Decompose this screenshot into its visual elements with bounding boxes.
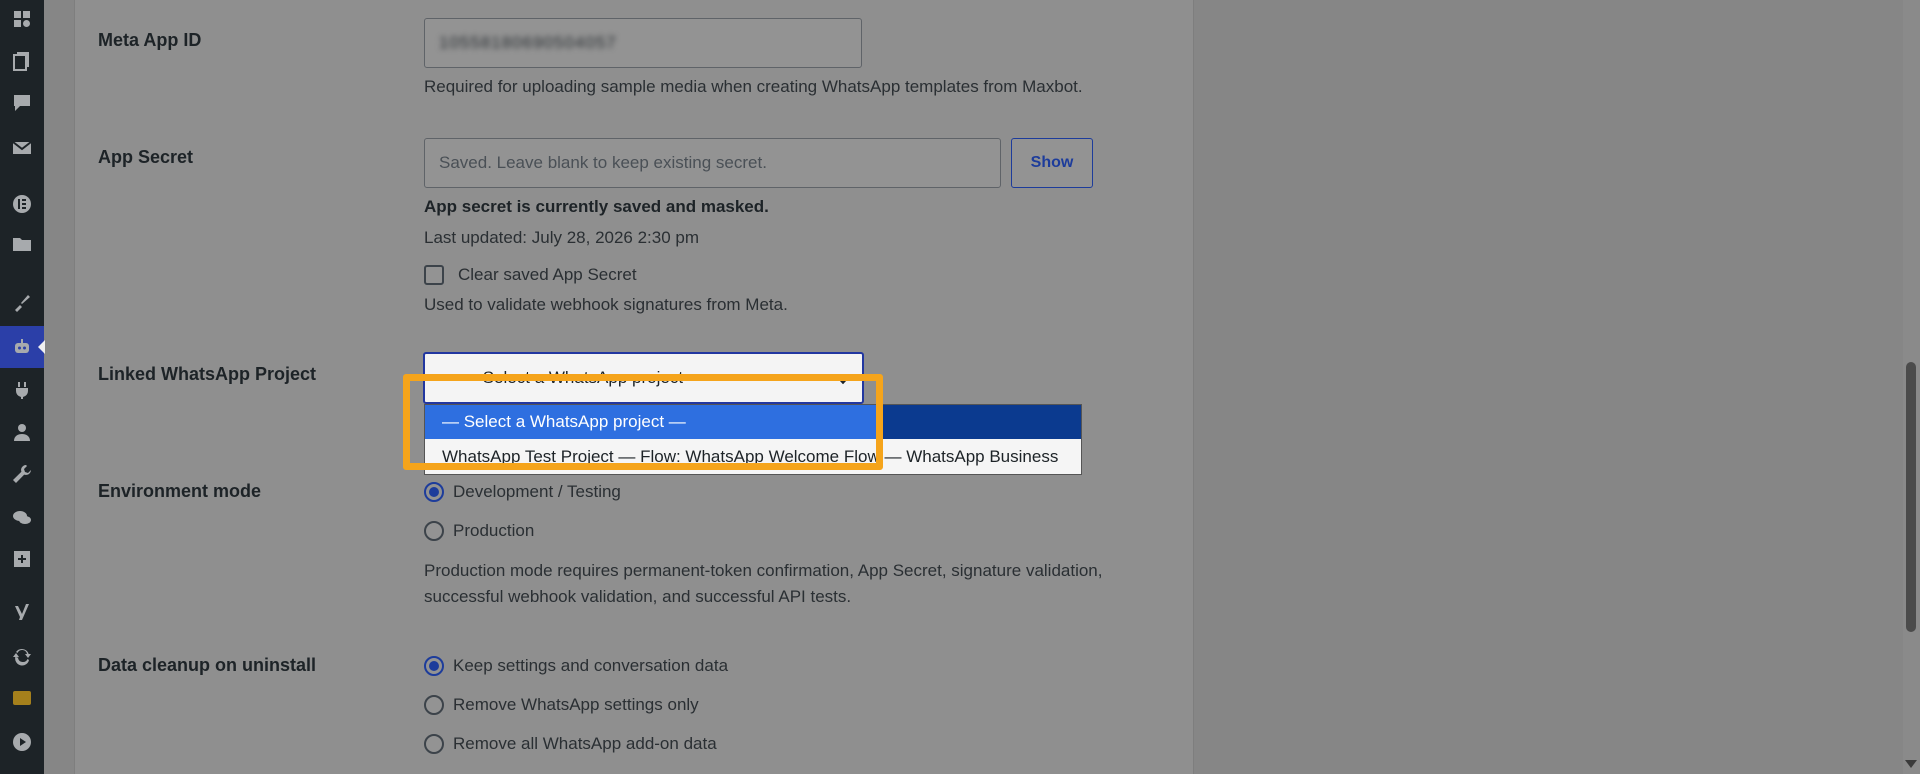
app-secret-placeholder: Saved. Leave blank to keep existing secr…	[439, 153, 767, 172]
yoast-icon[interactable]	[11, 601, 33, 623]
meta-app-id-input[interactable]: 10558180690504057	[424, 18, 862, 68]
chat-bubbles-icon[interactable]	[11, 507, 33, 529]
environment-option-production[interactable]: Production	[453, 521, 534, 541]
clear-secret-checkbox[interactable]	[424, 265, 444, 285]
environment-radio-production[interactable]	[424, 521, 444, 541]
cleanup-radio-remove-settings[interactable]	[424, 695, 444, 715]
comments-icon[interactable]	[11, 92, 33, 114]
tools-icon[interactable]	[11, 8, 33, 30]
cleanup-option-keep[interactable]: Keep settings and conversation data	[453, 656, 728, 676]
plugins-icon[interactable]	[11, 379, 33, 401]
app-secret-help: Used to validate webhook signatures from…	[424, 295, 788, 314]
dropdown-option-test-project[interactable]: WhatsApp Test Project — Flow: WhatsApp W…	[425, 440, 1081, 474]
environment-label: Environment mode	[98, 481, 262, 501]
environment-help-line2: successful webhook validation, and succe…	[424, 587, 852, 606]
elementor-icon[interactable]	[11, 193, 33, 215]
play-icon[interactable]	[11, 731, 33, 753]
scrollbar-thumb[interactable]	[1906, 362, 1916, 632]
wrench-icon[interactable]	[11, 463, 33, 485]
users-icon[interactable]	[11, 421, 33, 443]
clear-secret-label[interactable]: Clear saved App Secret	[458, 265, 637, 285]
app-secret-status: App secret is currently saved and masked…	[424, 197, 769, 216]
pages-icon[interactable]	[11, 50, 33, 72]
paint-brush-icon[interactable]	[11, 292, 33, 314]
environment-radio-development[interactable]	[424, 482, 444, 502]
cleanup-radio-keep[interactable]	[424, 656, 444, 676]
cleanup-radio-remove-all[interactable]	[424, 734, 444, 754]
active-menu-arrow	[38, 340, 45, 354]
dropdown-selected-shade	[877, 405, 1081, 439]
meta-app-id-value: 10558180690504057	[439, 33, 617, 52]
chevron-down-icon	[835, 369, 851, 385]
scroll-down-arrow-icon[interactable]	[1905, 760, 1917, 768]
app-secret-input[interactable]: Saved. Leave blank to keep existing secr…	[424, 138, 1001, 188]
meta-app-id-label: Meta App ID	[98, 30, 202, 50]
sync-icon[interactable]	[11, 645, 33, 667]
folder-icon[interactable]	[11, 233, 33, 255]
cleanup-label: Data cleanup on uninstall	[98, 655, 317, 675]
import-icon[interactable]	[11, 548, 33, 570]
bot-icon[interactable]	[11, 336, 33, 358]
mail-icon[interactable]	[11, 137, 33, 159]
show-secret-button[interactable]: Show	[1011, 138, 1093, 188]
environment-help-line1: Production mode requires permanent-token…	[424, 561, 1103, 580]
environment-option-development[interactable]: Development / Testing	[453, 482, 621, 502]
app-secret-label: App Secret	[98, 147, 194, 167]
linked-project-label: Linked WhatsApp Project	[98, 364, 317, 384]
app-secret-last-updated: Last updated: July 28, 2026 2:30 pm	[424, 228, 700, 247]
admin-sidebar	[0, 0, 45, 774]
cleanup-option-remove-all[interactable]: Remove all WhatsApp add-on data	[453, 734, 717, 754]
linked-project-selected: — Select a WhatsApp project —	[461, 368, 705, 387]
meta-app-id-help: Required for uploading sample media when…	[424, 77, 1083, 96]
linked-project-dropdown: — Select a WhatsApp project — WhatsApp T…	[424, 404, 1082, 475]
cleanup-option-remove-settings[interactable]: Remove WhatsApp settings only	[453, 695, 699, 715]
linked-project-select[interactable]: — Select a WhatsApp project —	[423, 352, 864, 404]
badge-icon[interactable]	[11, 687, 33, 709]
